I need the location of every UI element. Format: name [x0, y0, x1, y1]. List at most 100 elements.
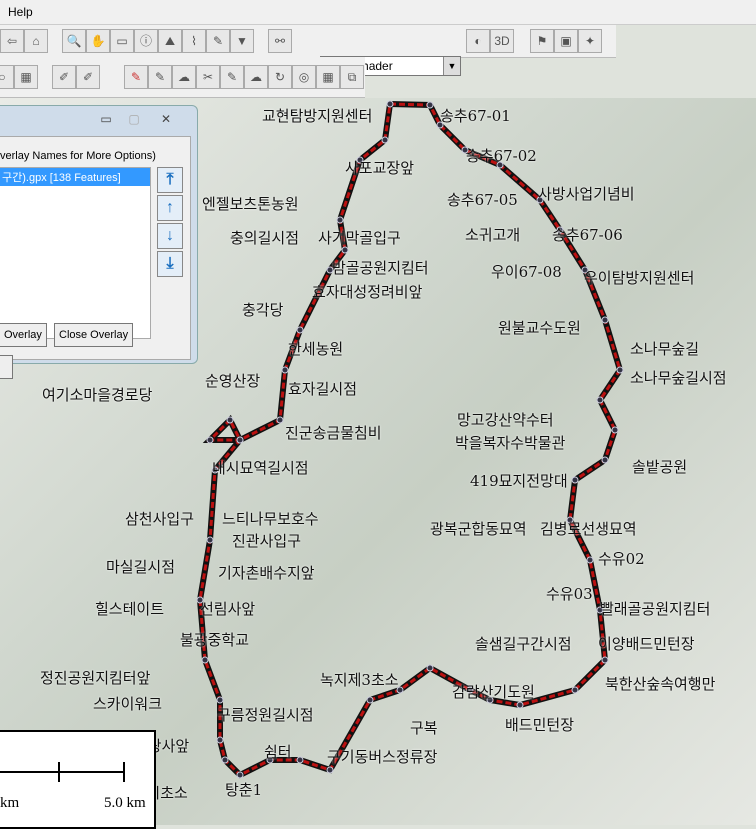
- buffer-icon[interactable]: ◎: [292, 65, 316, 89]
- track-point: [381, 136, 389, 144]
- shader-options-icon[interactable]: ◐: [466, 29, 490, 53]
- waypoint-label: 내시묘역길시점: [212, 459, 309, 477]
- draw-line-icon[interactable]: ✎: [124, 65, 148, 89]
- waypoint-label: 충각당: [242, 301, 284, 319]
- path-profile-icon[interactable]: ⛰: [158, 29, 182, 53]
- overlay-control-center-dialog: ▭ ▢ ✕ verlay Names for More Options) 구간)…: [0, 105, 198, 379]
- edit-vertex-icon[interactable]: ✐: [52, 65, 76, 89]
- track-point: [276, 416, 284, 424]
- track-point: [296, 326, 304, 334]
- move-bottom-icon[interactable]: ⤓: [157, 251, 183, 277]
- combine-icon[interactable]: ⧉: [340, 65, 364, 89]
- waypoint-label: 원불교수도원: [498, 319, 581, 337]
- waypoint-label: 배드민턴장: [505, 716, 575, 734]
- waypoint-label: 진군송금물침비: [285, 424, 382, 442]
- waypoint-label: 마실길시점: [106, 558, 176, 576]
- track-point: [216, 736, 224, 744]
- waypoint-label: 박을복자수박물관: [455, 434, 566, 452]
- waypoint-label: 사방사업기념비: [538, 185, 635, 203]
- flag-icon[interactable]: ⚑: [530, 29, 554, 53]
- home-icon[interactable]: ⌂: [24, 29, 48, 53]
- import-icon[interactable]: ⇦: [0, 29, 24, 53]
- menu-help[interactable]: Help: [8, 5, 33, 19]
- waypoint-label: 효자대성정려비앞: [312, 283, 423, 301]
- track-point: [206, 436, 214, 444]
- waypoint-label: 쉼터: [264, 743, 292, 761]
- tower-icon[interactable]: ⌇: [182, 29, 206, 53]
- track-point: [601, 456, 609, 464]
- waypoint-label: 순영산장: [205, 372, 261, 390]
- scale-ruler: [0, 762, 125, 782]
- join-icon[interactable]: ✎: [220, 65, 244, 89]
- track-point: [601, 656, 609, 664]
- track-point: [616, 366, 624, 374]
- measure-icon[interactable]: ▭: [110, 29, 134, 53]
- grid-split-icon[interactable]: ▦: [316, 65, 340, 89]
- move-top-icon[interactable]: ⤒: [157, 167, 183, 193]
- waypoint-label: 교현탐방지원센터: [262, 107, 373, 125]
- waypoint-label: 소나무숲길: [630, 340, 700, 358]
- area-edit-icon[interactable]: ☁: [244, 65, 268, 89]
- track-point: [221, 756, 229, 764]
- overlay-hint: verlay Names for More Options): [0, 150, 156, 162]
- main-toolbar: ⇦ ⌂ 🔍 ✋ ▭ ⓘ ⛰ ⌇ ✎ ▼ ⚯ Atlas Shader▼ ◐ 3D…: [0, 25, 616, 76]
- waypoint-label: 사포교장앞: [345, 159, 415, 177]
- close-icon[interactable]: ✕: [152, 110, 180, 128]
- waypoint-label: 송추67-01: [440, 107, 511, 125]
- overlay-list-item[interactable]: 구간).gpx [138 Features]: [0, 168, 150, 186]
- edit-line-icon[interactable]: ✎: [148, 65, 172, 89]
- track-point: [236, 771, 244, 779]
- track-point: [326, 766, 334, 774]
- waypoint-label: 망고강산약수터: [457, 411, 554, 429]
- waypoint-label: 효자길시점: [288, 380, 358, 398]
- waypoint-label: 기자촌배수지앞: [218, 564, 315, 582]
- waypoint-label: 선림사앞: [200, 600, 256, 618]
- waypoint-label: 우이탐방지원센터: [584, 269, 695, 287]
- split-icon[interactable]: ✂: [196, 65, 220, 89]
- draw-icon[interactable]: ✎: [206, 29, 230, 53]
- pan-hand-icon[interactable]: ✋: [86, 29, 110, 53]
- 3d-view-icon[interactable]: 3D: [490, 29, 514, 53]
- options-button[interactable]: [0, 355, 13, 379]
- minimize-icon[interactable]: ▭: [92, 110, 120, 128]
- track-point: [281, 366, 289, 374]
- overlay-list[interactable]: 구간).gpx [138 Features]: [0, 167, 151, 339]
- waypoint-label: 엔젤보츠톤농원: [202, 195, 299, 213]
- scale-right-label: 5.0 km: [104, 795, 146, 811]
- insert-vertex-icon[interactable]: ✐: [76, 65, 100, 89]
- track-point: [571, 686, 579, 694]
- dropdown-triangle-icon[interactable]: ▼: [230, 29, 254, 53]
- track-point: [296, 756, 304, 764]
- close-overlay-button[interactable]: Close Overlay: [54, 323, 134, 347]
- maximize-icon[interactable]: ▢: [120, 110, 148, 128]
- waypoint-label: 김병로선생묘역: [540, 520, 637, 538]
- overlay-button[interactable]: Overlay: [0, 323, 47, 347]
- chevron-down-icon[interactable]: ▼: [443, 57, 460, 75]
- track-point: [236, 436, 244, 444]
- waypoint-label: 정진공원지킴터앞: [40, 669, 151, 687]
- track-point: [571, 476, 579, 484]
- track-point: [426, 101, 434, 109]
- zoom-icon[interactable]: 🔍: [62, 29, 86, 53]
- waypoint-label: 구복: [410, 719, 438, 737]
- move-up-icon[interactable]: ↑: [157, 195, 183, 221]
- waypoint-label: 소나무숲길시점: [630, 369, 727, 387]
- info-icon[interactable]: ⓘ: [134, 29, 158, 53]
- waypoint-label: 빨래골공원지킴터: [600, 600, 711, 618]
- move-down-icon[interactable]: ↓: [157, 223, 183, 249]
- binoculars-icon[interactable]: ⚯: [268, 29, 292, 53]
- device-icon[interactable]: ▣: [554, 29, 578, 53]
- track-point: [216, 696, 224, 704]
- circle-tool-icon[interactable]: ○: [0, 65, 14, 89]
- waypoint-label: 한세농원: [288, 340, 344, 358]
- sparkle-icon[interactable]: ✦: [578, 29, 602, 53]
- waypoint-label: 송추67-05: [447, 191, 518, 209]
- waypoint-label: 스카이워크: [93, 695, 163, 713]
- rotate-icon[interactable]: ↻: [268, 65, 292, 89]
- track-point: [596, 396, 604, 404]
- grid-tool-icon[interactable]: ▦: [14, 65, 38, 89]
- waypoint-label: 진관사입구: [232, 532, 302, 550]
- waypoint-label: 솔밭공원: [632, 458, 688, 476]
- waypoint-label: 사기막골입구: [318, 229, 401, 247]
- area-icon[interactable]: ☁: [172, 65, 196, 89]
